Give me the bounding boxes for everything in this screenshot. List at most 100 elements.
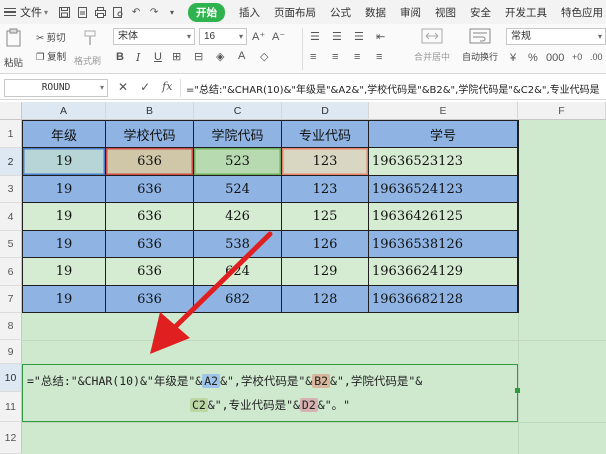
table-cell[interactable]: 19636524123 — [369, 176, 518, 203]
row-header-12[interactable]: 12 — [0, 422, 22, 454]
currency-icon[interactable]: ¥ — [510, 52, 516, 64]
formula-edit-cell[interactable]: ="总结:"&CHAR(10)&"年级是"& A2 &",学校代码是"& B2 &",学… — [22, 364, 518, 422]
copy-button[interactable]: ❐ 复制 — [36, 49, 66, 63]
tab-developer[interactable]: 开发工具 — [505, 5, 547, 20]
font-color-icon[interactable]: A — [238, 50, 245, 62]
table-cell[interactable]: 126 — [282, 231, 369, 258]
wrap-text-button[interactable]: 自动换行 — [458, 28, 502, 63]
redo-icon[interactable]: ↷ — [148, 6, 160, 18]
align-left-icon[interactable]: ≡ — [310, 51, 316, 63]
table-cell[interactable]: 19 — [22, 203, 106, 231]
table-cell[interactable]: 538 — [194, 231, 282, 258]
table-cell[interactable]: 636 — [106, 286, 194, 313]
italic-icon[interactable]: I — [136, 51, 140, 64]
align-center-icon[interactable]: ≡ — [332, 51, 338, 63]
table-cell[interactable]: 129 — [282, 258, 369, 286]
print-icon[interactable] — [94, 6, 106, 18]
decrease-font-icon[interactable]: A⁻ — [272, 30, 285, 43]
align-middle-icon[interactable]: ☰ — [332, 30, 342, 43]
tab-special[interactable]: 特色应用 — [561, 5, 603, 20]
table-cell[interactable]: 19 — [22, 286, 106, 313]
table-header-cell[interactable]: 专业代码 — [282, 120, 369, 148]
font-size-select[interactable]: 16 ▾ — [199, 28, 247, 45]
table-cell[interactable]: 19636426125 — [369, 203, 518, 231]
percent-icon[interactable]: % — [528, 52, 538, 64]
merge-cells-icon[interactable]: ⊟ — [194, 50, 203, 63]
tab-insert[interactable]: 插入 — [239, 5, 260, 20]
borders-icon[interactable]: ⊞ — [172, 50, 181, 63]
row-header-5[interactable]: 5 — [0, 231, 22, 258]
menu-icon[interactable] — [4, 7, 16, 17]
table-cell[interactable]: 523 — [194, 148, 282, 176]
table-cell[interactable]: 19 — [22, 148, 106, 176]
table-cell[interactable]: 636 — [106, 231, 194, 258]
table-cell[interactable]: 636 — [106, 176, 194, 203]
tab-review[interactable]: 审阅 — [400, 5, 421, 20]
table-header-cell[interactable]: 学号 — [369, 120, 518, 148]
row-header-1[interactable]: 1 — [0, 120, 22, 148]
align-top-icon[interactable]: ☰ — [310, 30, 320, 43]
cancel-icon[interactable]: ✕ — [118, 80, 128, 94]
insert-function-icon[interactable]: fx — [162, 80, 172, 94]
column-header-a[interactable]: A — [22, 102, 106, 120]
column-header-c[interactable]: C — [194, 102, 282, 120]
name-box[interactable]: ROUND ▾ — [4, 79, 108, 97]
table-cell[interactable]: 524 — [194, 176, 282, 203]
merge-center-button[interactable]: 合并居中 — [410, 28, 454, 63]
underline-icon[interactable]: U — [154, 51, 162, 63]
column-header-b[interactable]: B — [106, 102, 194, 120]
table-cell[interactable]: 125 — [282, 203, 369, 231]
row-header-8[interactable]: 8 — [0, 313, 22, 340]
format-painter-button[interactable] — [82, 30, 104, 49]
align-right-icon[interactable]: ≡ — [354, 51, 360, 63]
tab-security[interactable]: 安全 — [470, 5, 491, 20]
print-preview-icon[interactable] — [112, 6, 124, 18]
table-cell[interactable]: 19 — [22, 231, 106, 258]
fill-handle[interactable] — [515, 388, 520, 393]
increase-font-icon[interactable]: A⁺ — [252, 30, 265, 43]
bold-icon[interactable]: B — [116, 51, 124, 63]
justify-icon[interactable]: ≡ — [376, 51, 382, 63]
thousands-icon[interactable]: 000 — [546, 52, 564, 64]
align-bottom-icon[interactable]: ☰ — [354, 30, 364, 43]
cut-button[interactable]: ✂ 剪切 — [36, 30, 66, 44]
row-header-4[interactable]: 4 — [0, 203, 22, 231]
table-cell[interactable]: 19636624129 — [369, 258, 518, 286]
select-all-corner[interactable] — [0, 102, 22, 120]
fill-color-icon[interactable]: ◈ — [216, 50, 224, 63]
row-header-10[interactable]: 10 — [0, 364, 22, 392]
clear-format-icon[interactable]: ◇ — [260, 50, 268, 63]
table-cell[interactable]: 123 — [282, 148, 369, 176]
decrease-indent-icon[interactable]: ⇤ — [376, 30, 385, 43]
table-cell[interactable]: 123 — [282, 176, 369, 203]
table-cell[interactable]: 636 — [106, 203, 194, 231]
decrease-decimal-icon[interactable]: .00 — [590, 52, 603, 62]
table-cell[interactable]: 19 — [22, 258, 106, 286]
row-header-3[interactable]: 3 — [0, 176, 22, 203]
table-cell[interactable]: 19636538126 — [369, 231, 518, 258]
increase-decimal-icon[interactable]: +0 — [572, 52, 582, 62]
confirm-icon[interactable]: ✓ — [140, 80, 150, 94]
tab-formulas[interactable]: 公式 — [330, 5, 351, 20]
file-menu[interactable]: 文件 ▾ — [20, 4, 48, 20]
table-cell[interactable]: 624 — [194, 258, 282, 286]
table-header-cell[interactable]: 学院代码 — [194, 120, 282, 148]
table-cell[interactable]: 636 — [106, 258, 194, 286]
column-header-e[interactable]: E — [369, 102, 518, 120]
tab-home[interactable]: 开始 — [188, 2, 226, 22]
table-header-cell[interactable]: 学校代码 — [106, 120, 194, 148]
table-cell[interactable]: 19 — [22, 176, 106, 203]
tab-view[interactable]: 视图 — [435, 5, 456, 20]
undo-icon[interactable]: ↶ — [130, 6, 142, 18]
font-name-select[interactable]: 宋体 ▾ — [113, 28, 195, 45]
table-cell[interactable]: 19636682128 — [369, 286, 518, 313]
export-pdf-icon[interactable] — [76, 6, 88, 18]
tab-data[interactable]: 数据 — [365, 5, 386, 20]
paste-button[interactable]: 粘贴 — [4, 28, 26, 70]
table-cell[interactable]: 682 — [194, 286, 282, 313]
table-header-cell[interactable]: 年级 — [22, 120, 106, 148]
chevron-down-icon[interactable]: ▾ — [166, 6, 178, 18]
formula-input[interactable]: ="总结:"&CHAR(10)&"年级是"&A2&",学校代码是"&B2&",学… — [186, 81, 606, 96]
tab-page-layout[interactable]: 页面布局 — [274, 5, 316, 20]
table-cell[interactable]: 128 — [282, 286, 369, 313]
